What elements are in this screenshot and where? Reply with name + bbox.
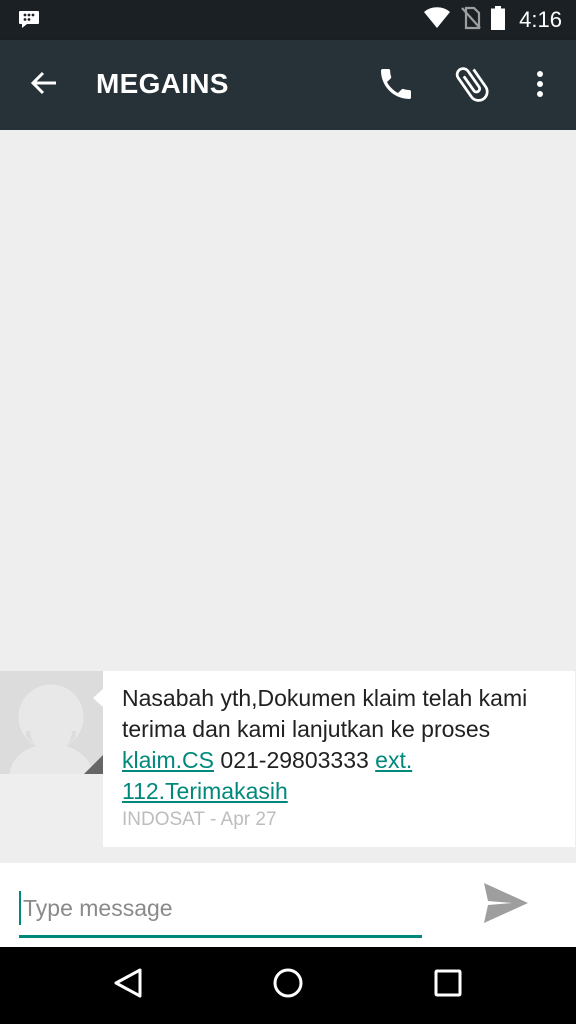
more-vert-icon xyxy=(536,70,544,103)
nav-back-icon xyxy=(113,967,143,1004)
battery-icon xyxy=(491,5,506,35)
compose-bar xyxy=(0,863,576,947)
phone-icon xyxy=(376,64,416,109)
send-button[interactable] xyxy=(478,879,534,931)
navigation-bar xyxy=(0,947,576,1024)
conversation-list[interactable]: Nasabah yth,Dokumen klaim telah kami ter… xyxy=(0,130,576,863)
blackberry-messenger-icon xyxy=(18,10,40,28)
nav-back-button[interactable] xyxy=(106,963,150,1007)
call-button[interactable] xyxy=(372,62,420,110)
attach-button[interactable] xyxy=(448,62,496,110)
app-bar: MEGAINS xyxy=(0,40,576,130)
compose-field xyxy=(19,885,422,938)
page-title: MEGAINS xyxy=(96,68,229,99)
nav-recents-icon xyxy=(434,969,462,1002)
no-sim-icon xyxy=(461,6,481,35)
back-arrow-icon xyxy=(30,69,58,102)
wifi-icon xyxy=(423,6,451,34)
message-link-klaim[interactable]: klaim.CS xyxy=(122,747,214,773)
avatar[interactable] xyxy=(0,671,103,774)
more-options-button[interactable] xyxy=(518,62,562,110)
message-text: Nasabah yth,Dokumen klaim telah kami ter… xyxy=(122,683,552,807)
nav-home-icon xyxy=(272,967,304,1004)
status-bar: 4:16 xyxy=(0,0,576,40)
nav-home-button[interactable] xyxy=(266,963,310,1007)
nav-recents-button[interactable] xyxy=(426,963,470,1007)
message-input[interactable] xyxy=(19,891,418,925)
status-time: 4:16 xyxy=(519,7,562,32)
message-text-part: 021-29803333 xyxy=(214,747,376,773)
message-meta: INDOSAT - Apr 27 xyxy=(122,809,277,830)
paperclip-icon xyxy=(450,62,494,111)
back-button[interactable] xyxy=(22,63,66,107)
message-text-part: Nasabah yth,Dokumen klaim telah kami ter… xyxy=(122,685,528,742)
message-bubble[interactable]: Nasabah yth,Dokumen klaim telah kami ter… xyxy=(103,671,575,847)
send-icon xyxy=(482,881,530,930)
